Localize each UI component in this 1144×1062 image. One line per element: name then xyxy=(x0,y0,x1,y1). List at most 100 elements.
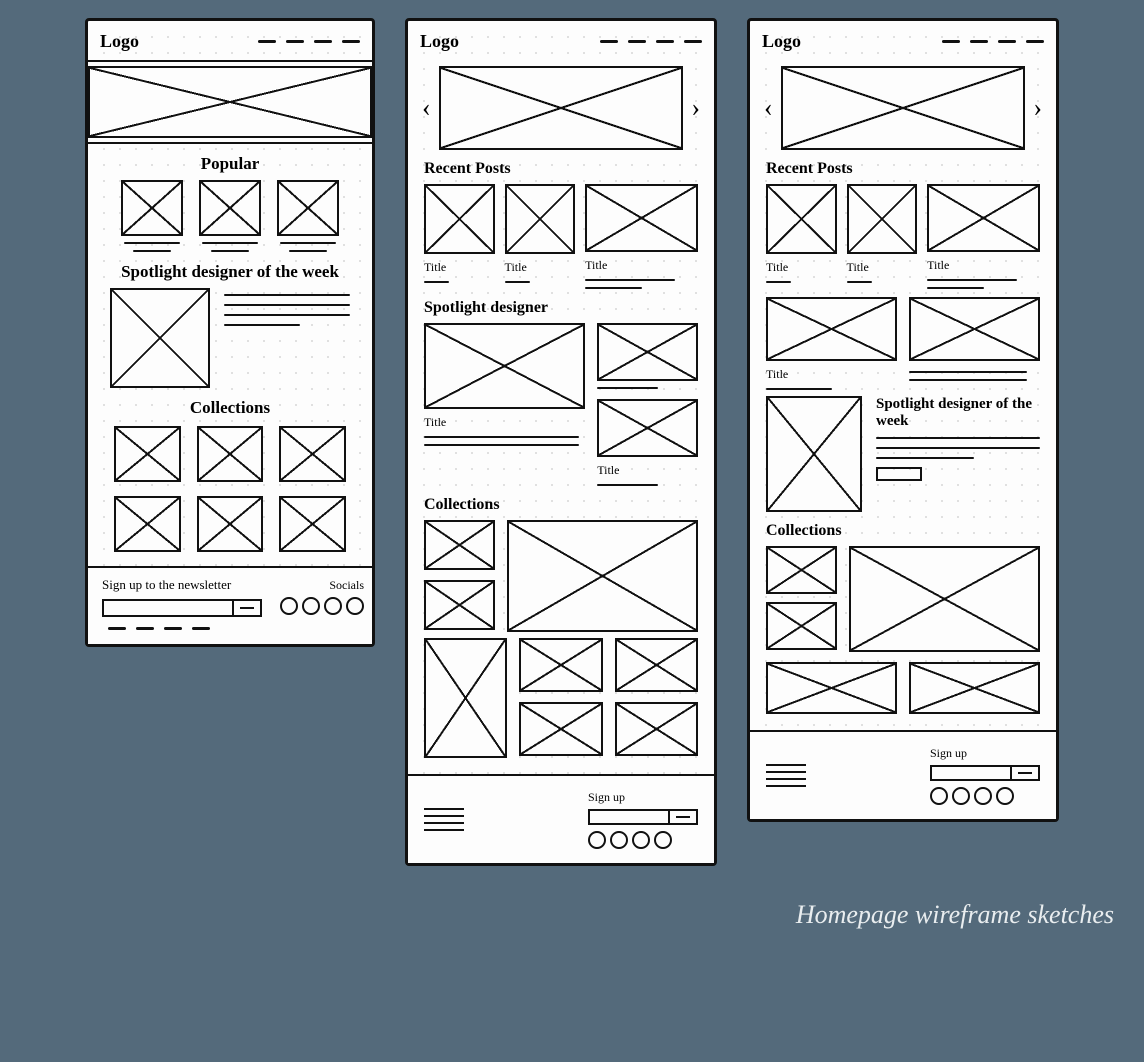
card[interactable]: Title xyxy=(597,399,698,486)
collection-tile[interactable] xyxy=(114,426,181,482)
figure-caption: Homepage wireframe sketches xyxy=(10,900,1114,930)
divider xyxy=(88,60,372,62)
wireframe-variant-c: Logo ‹ › Recent Posts Title Title xyxy=(747,18,1059,822)
text-line xyxy=(909,379,1027,381)
spotlight-block: Spotlight designer of the week xyxy=(766,396,1040,512)
card[interactable] xyxy=(909,297,1040,390)
newsletter-input[interactable] xyxy=(102,599,262,617)
social-icon[interactable] xyxy=(302,597,320,615)
hero-image-placeholder xyxy=(88,66,372,138)
collection-tile[interactable] xyxy=(766,602,837,650)
menu-icon[interactable] xyxy=(424,803,464,836)
social-icon[interactable] xyxy=(930,787,948,805)
collection-tile[interactable] xyxy=(615,638,698,692)
social-icon[interactable] xyxy=(280,597,298,615)
image-placeholder xyxy=(277,180,339,236)
card-title: Title xyxy=(766,367,897,382)
socials-block: Socials xyxy=(280,578,364,615)
card[interactable] xyxy=(597,323,698,389)
social-icons-row xyxy=(280,597,364,615)
collection-tile[interactable] xyxy=(424,580,495,630)
social-icon[interactable] xyxy=(346,597,364,615)
social-icon[interactable] xyxy=(610,831,628,849)
card[interactable]: Title xyxy=(424,323,585,486)
card[interactable]: Title xyxy=(424,184,495,283)
carousel-next-icon[interactable]: › xyxy=(1031,95,1044,121)
collection-tile[interactable] xyxy=(279,496,346,552)
text-line xyxy=(597,387,657,389)
collection-tile[interactable] xyxy=(507,520,698,632)
image-placeholder xyxy=(505,184,576,254)
menu-icon[interactable] xyxy=(766,759,806,792)
collection-tile[interactable] xyxy=(519,638,602,692)
social-icon[interactable] xyxy=(324,597,342,615)
submit-button[interactable] xyxy=(232,601,260,615)
cta-button[interactable] xyxy=(876,467,922,481)
logo[interactable]: Logo xyxy=(762,31,801,52)
image-placeholder xyxy=(199,180,261,236)
collection-tile[interactable] xyxy=(766,662,897,714)
text-block xyxy=(224,288,350,326)
social-icon[interactable] xyxy=(974,787,992,805)
text-line xyxy=(927,287,983,289)
card-title: Title xyxy=(424,415,585,430)
image-placeholder xyxy=(585,184,698,252)
card-title: Title xyxy=(927,258,1040,273)
card[interactable] xyxy=(199,180,261,252)
collection-tile[interactable] xyxy=(424,520,495,570)
card[interactable]: Title xyxy=(766,184,837,283)
hero-carousel: ‹ › xyxy=(762,66,1044,150)
collection-tile[interactable] xyxy=(279,426,346,482)
text-line xyxy=(766,281,791,283)
collection-tile[interactable] xyxy=(615,702,698,756)
social-icon[interactable] xyxy=(654,831,672,849)
social-icon[interactable] xyxy=(588,831,606,849)
collection-tile[interactable] xyxy=(197,426,264,482)
text-line xyxy=(289,250,326,252)
card[interactable]: Title xyxy=(505,184,576,283)
collection-tile[interactable] xyxy=(424,638,507,758)
footer-nav[interactable] xyxy=(108,627,256,630)
footer: Sign up xyxy=(750,730,1056,819)
collection-tile[interactable] xyxy=(909,662,1040,714)
signup-input[interactable] xyxy=(930,765,1040,781)
text-line xyxy=(202,242,258,244)
logo[interactable]: Logo xyxy=(100,31,139,52)
card[interactable]: Title xyxy=(766,297,897,390)
text-line xyxy=(211,250,248,252)
card[interactable] xyxy=(277,180,339,252)
social-icon[interactable] xyxy=(632,831,650,849)
collections-grid-row2 xyxy=(424,638,698,758)
image-placeholder xyxy=(909,297,1040,361)
collection-tile[interactable] xyxy=(197,496,264,552)
card[interactable] xyxy=(121,180,183,252)
collection-tile[interactable] xyxy=(114,496,181,552)
nav-menu[interactable] xyxy=(600,40,702,43)
card[interactable]: Title xyxy=(847,184,918,283)
signup-label: Sign up xyxy=(588,790,698,805)
card[interactable]: Title xyxy=(585,184,698,289)
card-title: Title xyxy=(424,260,495,275)
card[interactable]: Title xyxy=(927,184,1040,289)
recent-posts-row2: Title xyxy=(766,297,1040,390)
logo[interactable]: Logo xyxy=(420,31,459,52)
nav-menu[interactable] xyxy=(942,40,1044,43)
carousel-next-icon[interactable]: › xyxy=(689,95,702,121)
nav-menu[interactable] xyxy=(258,40,360,43)
image-placeholder xyxy=(847,184,918,254)
social-icon[interactable] xyxy=(952,787,970,805)
collection-tile[interactable] xyxy=(849,546,1040,652)
collection-tile[interactable] xyxy=(519,702,602,756)
submit-button[interactable] xyxy=(668,811,696,823)
social-icon[interactable] xyxy=(996,787,1014,805)
signup-input[interactable] xyxy=(588,809,698,825)
carousel-prev-icon[interactable]: ‹ xyxy=(420,95,433,121)
spotlight-block xyxy=(110,288,350,388)
collection-tile[interactable] xyxy=(766,546,837,594)
carousel-prev-icon[interactable]: ‹ xyxy=(762,95,775,121)
hero-carousel: ‹ › xyxy=(420,66,702,150)
image-placeholder xyxy=(597,323,698,381)
submit-button[interactable] xyxy=(1010,767,1038,779)
text-line xyxy=(133,250,170,252)
card-title: Title xyxy=(505,260,576,275)
